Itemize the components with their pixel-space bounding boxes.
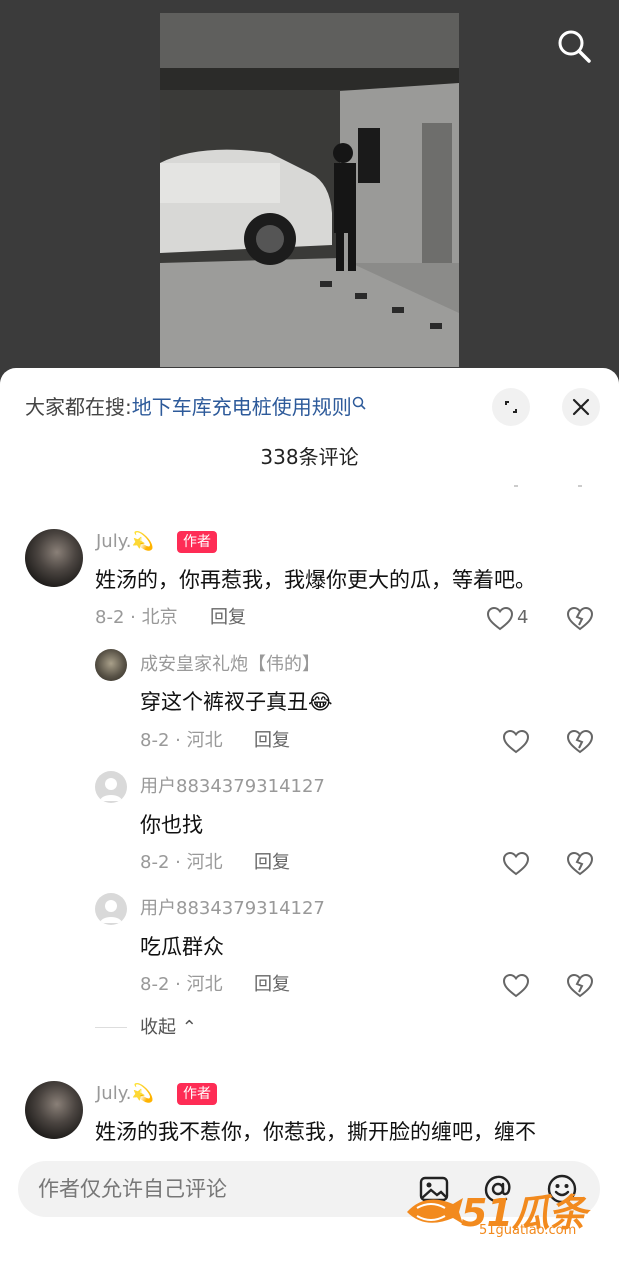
divider [95, 1027, 127, 1028]
watermark: 51瓜条 51guatiao.com [405, 1182, 601, 1240]
close-button[interactable] [562, 388, 600, 426]
collapse-replies-button[interactable]: 收起 ⌃ [95, 1016, 215, 1040]
video-frame[interactable] [160, 13, 459, 367]
avatar[interactable] [95, 771, 127, 803]
garage-scene-image [160, 13, 459, 367]
search-small-icon [352, 396, 366, 410]
avatar[interactable] [25, 529, 83, 587]
author-name[interactable]: 用户8834379314127 [140, 898, 325, 920]
avatar[interactable] [95, 649, 127, 681]
watermark-logo-icon [407, 1198, 463, 1224]
dislike-icon[interactable] [566, 729, 594, 755]
comment-meta: 8-2 · 河北 [140, 730, 223, 751]
reply-button[interactable]: 回复 [210, 607, 246, 629]
like-icon[interactable] [502, 851, 530, 877]
comment-text: 吃瓜群众 [140, 935, 224, 959]
default-avatar-icon [100, 778, 122, 801]
author-badge: 作者 [177, 1083, 217, 1105]
comment-input-placeholder[interactable]: 作者仅允许自己评论 [38, 1176, 227, 1202]
avatar[interactable] [95, 893, 127, 925]
default-avatar-icon [100, 900, 122, 923]
comment-text: 姓汤的我不惹你，你惹我，撕开脸的缠吧，缠不 [95, 1120, 536, 1144]
author-name[interactable]: July.💫 [96, 1083, 154, 1105]
reply-button[interactable]: 回复 [254, 852, 290, 874]
avatar[interactable] [25, 1081, 83, 1139]
dislike-icon[interactable] [566, 973, 594, 999]
search-icon[interactable] [556, 28, 592, 64]
author-name[interactable]: 成安皇家礼炮【伟的】 [140, 654, 320, 676]
author-name[interactable]: 用户8834379314127 [140, 776, 325, 798]
like-count: 4 [517, 607, 529, 628]
video-area[interactable] [0, 0, 619, 390]
reply-button[interactable]: 回复 [254, 730, 290, 752]
dislike-icon[interactable] [566, 851, 594, 877]
comment-meta: 8-2 · 北京 [95, 607, 178, 628]
comment-text: 穿这个裤衩子真丑😂 [140, 690, 333, 714]
hot-search[interactable]: 大家都在搜:地下车库充电桩使用规则 [25, 394, 366, 420]
author-badge: 作者 [177, 531, 217, 553]
like-icon[interactable] [502, 729, 530, 755]
comment-count: 338条评论 [260, 445, 359, 469]
expand-button[interactable] [492, 388, 530, 426]
like-icon[interactable] [486, 606, 514, 632]
collapse-label: 收起 ⌃ [140, 1017, 197, 1038]
reply-button[interactable]: 回复 [254, 974, 290, 996]
dislike-icon[interactable] [566, 606, 594, 632]
comment-meta: 8-2 · 河北 [140, 852, 223, 873]
watermark-url: 51guatiao.com [479, 1223, 577, 1238]
close-icon [572, 398, 590, 416]
scroll-indicator [514, 485, 582, 487]
comment-text: 你也找 [140, 813, 203, 837]
expand-icon [505, 401, 517, 413]
author-name[interactable]: July.💫 [96, 531, 154, 553]
comment-text: 姓汤的，你再惹我，我爆你更大的瓜，等着吧。 [95, 568, 536, 592]
sheet-header: 大家都在搜:地下车库充电桩使用规则 338条评论 [0, 368, 619, 487]
like-icon[interactable] [502, 973, 530, 999]
hot-search-link[interactable]: 地下车库充电桩使用规则 [132, 395, 352, 419]
hot-search-lead: 大家都在搜: [25, 395, 132, 419]
comment-meta: 8-2 · 河北 [140, 974, 223, 995]
